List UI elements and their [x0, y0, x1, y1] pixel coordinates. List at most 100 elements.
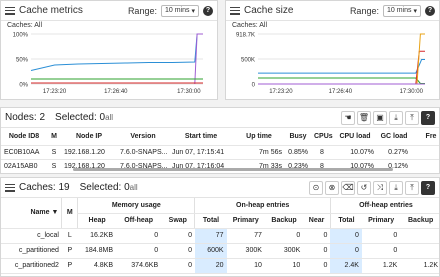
cell-m: P	[61, 258, 78, 274]
horizontal-scrollbar[interactable]	[73, 168, 393, 171]
download-icon[interactable]: ⤓	[389, 110, 403, 125]
cell-primary2: 1.2K	[361, 258, 401, 274]
x-tick-label: 17:30:00	[400, 89, 424, 95]
cell-total2: 0	[330, 228, 362, 244]
col-header[interactable]: Fre	[411, 128, 439, 146]
cache-size-header: Cache size Range: 10 mins ▾ ?	[226, 1, 439, 21]
start-icon[interactable]: ⊙	[309, 180, 323, 195]
caches-title: Caches: 19	[19, 182, 70, 193]
sort-down-icon[interactable]: ▼	[51, 209, 58, 216]
group-header-row: Name ▼ M Memory usage On-heap entries Of…	[1, 198, 439, 229]
y-tick-label: 500K	[241, 58, 255, 64]
trash-icon[interactable]: 🗑	[357, 110, 371, 125]
x-tick-label: 17:23:20	[269, 89, 293, 95]
col-backup2-header[interactable]: Backup	[400, 213, 439, 229]
range-select[interactable]: 10 mins ▾	[382, 4, 421, 17]
col-backup-header[interactable]: Backup	[264, 213, 304, 229]
cache-metrics-header: Cache metrics Range: 10 mins ▾ ?	[1, 1, 217, 21]
nodes-tools: ☚ 🗑 ▣ ⤓ ⤒ ?	[341, 110, 435, 125]
table-header-row: Node ID8 M Node IP Version Start time Up time…	[1, 128, 439, 146]
col-header[interactable]: Start time	[169, 128, 233, 146]
col-header[interactable]: M	[47, 128, 61, 146]
help-icon[interactable]: ?	[203, 5, 213, 16]
col-swap-header[interactable]: Swap	[161, 213, 195, 229]
cache-metrics-panel: Cache metrics Range: 10 mins ▾ ? Caches: …	[0, 0, 218, 100]
col-m-header[interactable]: M	[61, 198, 78, 229]
cell-total: 20	[194, 258, 227, 274]
col-header[interactable]: Busy	[285, 128, 311, 146]
shuffle-icon[interactable]: ⤨	[373, 180, 387, 195]
cell-total: 600K	[194, 243, 227, 259]
table-cell: 10.07%	[333, 145, 377, 160]
col-primary-header[interactable]: Primary	[226, 213, 265, 229]
x-tick-label: 17:26:40	[104, 89, 128, 95]
cell-near: 0	[303, 258, 331, 274]
help-icon[interactable]: ?	[421, 180, 435, 195]
cell-backup: 300K	[264, 243, 304, 259]
nodes-title: Nodes: 2	[5, 112, 46, 123]
cell-primary2: 0	[361, 228, 401, 244]
nodes-toolbar: Nodes: 2 Selected: 0all ☚ 🗑 ▣ ⤓ ⤒ ?	[1, 108, 439, 128]
cache-size-panel: Cache size Range: 10 mins ▾ ? Caches: All…	[225, 0, 440, 100]
upload-icon[interactable]: ⤒	[405, 180, 419, 195]
menu-icon[interactable]	[230, 6, 240, 15]
cell-m: P	[61, 243, 78, 259]
y-tick-label: 918.7K	[236, 33, 255, 39]
col-name-header[interactable]: Name ▼	[1, 198, 62, 229]
col-header[interactable]: Node IP	[61, 128, 117, 146]
series-line	[258, 59, 425, 74]
cell-swap: 0	[161, 243, 195, 259]
col-total-header[interactable]: Total	[194, 213, 227, 229]
camera-icon[interactable]: ▣	[373, 110, 387, 125]
help-icon[interactable]: ?	[425, 5, 435, 16]
download-icon[interactable]: ⤓	[389, 180, 403, 195]
caches-filter[interactable]: Caches: All	[1, 21, 217, 30]
panel-title: Cache size	[244, 5, 294, 16]
stop-icon[interactable]: ⊗	[325, 180, 339, 195]
hand-icon[interactable]: ☚	[341, 110, 355, 125]
col-header[interactable]: GC load	[377, 128, 411, 146]
cache-size-chart: 918.7K 500K 0 17:23:20 17:26:40 17:30:00	[236, 33, 425, 95]
cell-heap: 184.8MB	[77, 243, 117, 259]
table-row[interactable]: c_partitioned2 P 4.8KB 374.6KB 0 20 10 10 0 2.4K 1…	[1, 258, 439, 274]
table-cell	[411, 159, 439, 173]
col-total2-header[interactable]: Total	[329, 213, 362, 229]
col-primary2-header[interactable]: Primary	[361, 213, 401, 229]
caches-filter[interactable]: Caches: All	[226, 21, 439, 30]
nodes-panel: Nodes: 2 Selected: 0all ☚ 🗑 ▣ ⤓ ⤒ ? Node…	[0, 107, 440, 174]
table-row[interactable]: c_local L 16.2KB 0 0 77 77 0 0 0 0	[1, 228, 439, 244]
cell-backup: 0	[264, 228, 304, 244]
col-header[interactable]: CPU load	[333, 128, 377, 146]
table-row[interactable]: c_partitioned P 184.8MB 0 0 600K 300K 300K 0 0 0	[1, 243, 439, 259]
col-header[interactable]: Up time	[233, 128, 285, 146]
cell-offheap: 374.6KB	[116, 258, 162, 274]
series-line	[258, 77, 425, 84]
col-header[interactable]: Node ID8	[1, 128, 47, 146]
menu-icon[interactable]	[5, 6, 15, 15]
x-tick-label: 17:30:00	[177, 89, 201, 95]
col-header[interactable]: Version	[117, 128, 169, 146]
nodes-table: Node ID8 M Node IP Version Start time Up time…	[1, 128, 439, 173]
cell-backup2	[400, 228, 439, 244]
range-select[interactable]: 10 mins ▾	[160, 4, 199, 17]
col-near-header[interactable]: Near	[303, 213, 331, 229]
table-cell: 7m 56s	[233, 145, 285, 160]
table-row[interactable]: EC0B10AA S 192.168.1.20 7.6.0-SNAPS... Jun 0…	[1, 145, 439, 160]
cell-near: 0	[303, 228, 331, 244]
refresh-icon[interactable]: ↺	[357, 180, 371, 195]
col-offheap-header[interactable]: Off-heap	[116, 213, 162, 229]
upload-icon[interactable]: ⤒	[405, 110, 419, 125]
cell-total2: 2.4K	[330, 258, 362, 274]
col-header[interactable]: CPUs	[311, 128, 333, 146]
range-label: Range:	[349, 5, 379, 16]
col-heap-header[interactable]: Heap	[77, 213, 117, 229]
clear-icon[interactable]: ⌫	[341, 180, 355, 195]
caches-toolbar: Caches: 19 Selected: 0all ⊙ ⊗ ⌫ ↺ ⤨ ⤓ ⤒ …	[1, 178, 439, 198]
help-icon[interactable]: ?	[421, 110, 435, 125]
cell-total: 77	[194, 228, 227, 244]
menu-icon[interactable]	[5, 183, 15, 192]
offheap-entries-group: Off-heap entries	[329, 198, 439, 214]
cell-backup: 10	[264, 258, 304, 274]
cell-near: 0	[303, 243, 331, 259]
x-tick-label: 17:23:20	[43, 89, 67, 95]
